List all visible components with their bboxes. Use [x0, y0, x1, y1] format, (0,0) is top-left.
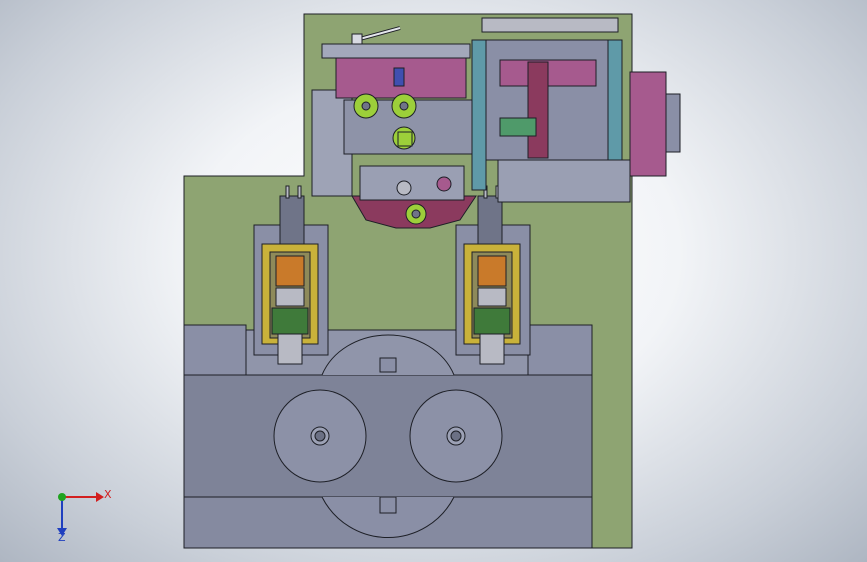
actuator-right-cup: [477, 287, 507, 307]
disc-right-bore: [450, 430, 462, 442]
view-triad[interactable]: [57, 492, 104, 536]
actuator-left-spring: [271, 307, 309, 335]
actuator-right-spring: [473, 307, 511, 335]
carriage-eye-right: [436, 176, 452, 192]
bottom-key: [379, 496, 397, 514]
triad-x-label: X: [104, 488, 112, 501]
right-motor-shaft: [665, 93, 681, 153]
top-rail[interactable]: [321, 43, 471, 59]
right-motor[interactable]: [629, 71, 667, 177]
housing-top-right[interactable]: [527, 324, 593, 376]
actuator-left-cup: [275, 287, 305, 307]
triad-z-label: Z: [58, 531, 66, 544]
right-top-bar: [481, 17, 619, 33]
triad-origin: [58, 493, 66, 501]
gear-mid-hub: [399, 101, 409, 111]
lime-accent: [397, 131, 413, 147]
disc-left-bore: [314, 430, 326, 442]
carriage-eye-left: [396, 180, 412, 196]
right-lower-tray[interactable]: [497, 159, 631, 203]
housing-top-left[interactable]: [183, 324, 247, 376]
right-inner-maroon: [527, 61, 549, 159]
actuator-right-orange: [477, 255, 507, 287]
gear-bottom-hub: [411, 209, 421, 219]
gear-left-hub: [361, 101, 371, 111]
right-green-block: [499, 117, 537, 137]
assembly-drawing[interactable]: [0, 0, 867, 562]
actuator-left-bolt-b: [297, 185, 302, 199]
triad-x-arrow: [96, 492, 104, 502]
actuator-right-rod: [477, 195, 503, 245]
handle-knob: [351, 33, 363, 45]
top-key: [379, 357, 397, 373]
teal-rail-left[interactable]: [471, 39, 487, 191]
actuator-left-rod: [279, 195, 305, 245]
actuator-left-orange: [275, 255, 305, 287]
actuator-left-bolt-a: [285, 185, 290, 199]
actuator-left-foot: [277, 333, 303, 365]
actuator-right-foot: [479, 333, 505, 365]
housing-body[interactable]: [183, 374, 593, 498]
cad-viewport[interactable]: X Z: [0, 0, 867, 562]
blue-accent: [393, 67, 405, 87]
lower-housing[interactable]: [183, 324, 593, 549]
